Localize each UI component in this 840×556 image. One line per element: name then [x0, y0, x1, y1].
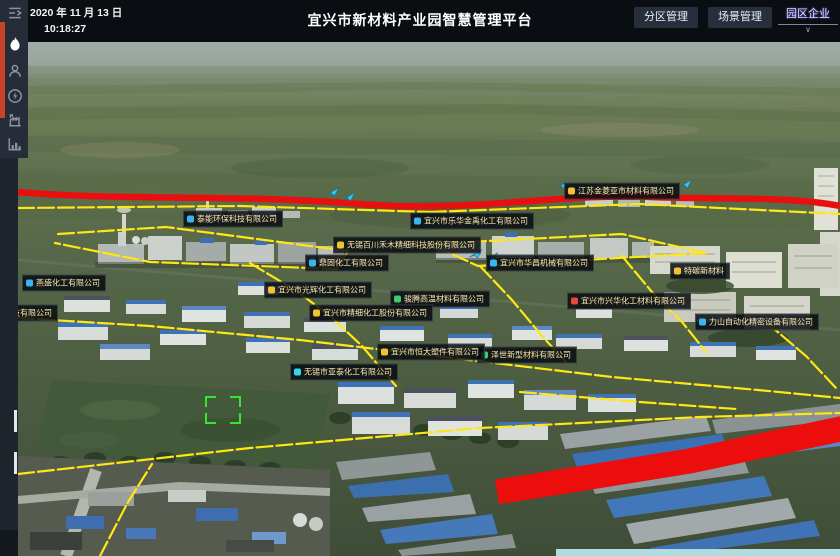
- sidebar-item-user[interactable]: [7, 63, 23, 79]
- sidebar-item-menu[interactable]: [7, 5, 23, 21]
- company-label[interactable]: 无锡市亚泰化工有限公司: [290, 364, 398, 381]
- user-icon: [7, 63, 23, 79]
- location-marker-icon[interactable]: [342, 190, 357, 208]
- sidebar-rail: [0, 158, 18, 556]
- company-icon: [394, 296, 401, 303]
- company-label[interactable]: 无锡百川禾木精细科技股份有限公司: [333, 237, 481, 254]
- current-time: 10:18:27: [44, 23, 86, 35]
- company-label-text: 骏腾高温材料有限公司: [404, 294, 484, 305]
- scene-manage-button[interactable]: 场景管理: [708, 7, 772, 28]
- sidebar-item-stats[interactable]: [7, 136, 23, 152]
- park-enterprises-label: 园区企业: [778, 5, 838, 21]
- page-title: 宜兴市新材料产业园智慧管理平台: [308, 10, 533, 30]
- company-icon: [490, 260, 497, 267]
- company-icon: [381, 349, 388, 356]
- company-label[interactable]: 力山自动化精密设备有限公司: [695, 314, 819, 331]
- company-label-text: 宜兴市乐华金禹化工有限公司: [424, 216, 528, 227]
- current-date: 2020 年 11 月 13 日: [30, 5, 122, 20]
- company-label-text: 宜兴市光辉化工有限公司: [278, 285, 366, 296]
- company-label[interactable]: 燕盛化工有限公司: [22, 275, 106, 292]
- sidebar-item-energy[interactable]: [7, 88, 23, 104]
- company-icon: [674, 268, 681, 275]
- company-label-text: 燕盛化工有限公司: [36, 278, 100, 289]
- energy-icon: [7, 88, 23, 104]
- company-label[interactable]: 特碳新材料: [670, 263, 730, 280]
- rail-tick: [14, 452, 17, 474]
- company-label[interactable]: 鼎固化工有限公司: [305, 255, 389, 272]
- company-label[interactable]: 宜兴市恒大塑件有限公司: [377, 344, 485, 361]
- company-label-text: 鼎固化工有限公司: [319, 258, 383, 269]
- flame-icon: [7, 36, 23, 52]
- zone-manage-button[interactable]: 分区管理: [634, 7, 698, 28]
- sidebar-item-fire[interactable]: [7, 36, 23, 52]
- company-label[interactable]: 宜兴市光辉化工有限公司: [264, 282, 372, 299]
- location-marker-icon[interactable]: [326, 185, 341, 203]
- company-label[interactable]: 宜兴市精细化工股份有限公司: [309, 305, 433, 322]
- company-label[interactable]: 宜兴市兴华化工材料有限公司: [567, 293, 691, 310]
- company-label-text: 无锡百川禾木精细科技股份有限公司: [347, 240, 475, 251]
- bottom-left-yard: [18, 456, 330, 556]
- company-icon: [294, 369, 301, 376]
- app-window: 泰能环保科技有限公司 宜兴市乐华金禹化工有限公司无锡百川禾木精细科技股份有限公司鼎…: [0, 0, 840, 556]
- location-marker-icon[interactable]: [679, 177, 694, 195]
- company-icon: [26, 280, 33, 287]
- company-icon: [568, 188, 575, 195]
- park-enterprises-dropdown[interactable]: 园区企业 ∨: [778, 5, 838, 34]
- company-icon: [313, 310, 320, 317]
- company-label-text: 泽世新型材料有限公司: [491, 350, 571, 361]
- company-icon: [571, 298, 578, 305]
- company-label-text: 无锡市亚泰化工有限公司: [304, 367, 392, 378]
- factory-icon: [7, 112, 23, 128]
- selection-bracket: [205, 396, 241, 424]
- company-label[interactable]: 江苏金菱亚市材料有限公司: [564, 183, 680, 200]
- map-3d-view[interactable]: 泰能环保科技有限公司 宜兴市乐华金禹化工有限公司无锡百川禾木精细科技股份有限公司鼎…: [0, 42, 840, 556]
- company-icon: [414, 218, 421, 225]
- company-icon: [337, 242, 344, 249]
- waterfront-strip: [556, 549, 840, 556]
- company-label-text: 江苏金菱亚市材料有限公司: [578, 186, 674, 197]
- rail-tick: [14, 410, 17, 432]
- sidebar-item-factory[interactable]: [7, 112, 23, 128]
- bar-chart-icon: [7, 136, 23, 152]
- chevron-down-icon: ∨: [778, 25, 838, 34]
- active-accent-bar: [0, 22, 5, 118]
- company-label-text: 力山自动化精密设备有限公司: [709, 317, 813, 328]
- company-label[interactable]: 泰能环保科技有限公司: [183, 211, 283, 228]
- company-label[interactable]: 宜兴市乐华金禹化工有限公司: [410, 213, 534, 230]
- company-label-text: 泰能环保科技有限公司: [197, 214, 277, 225]
- company-icon: [187, 216, 194, 223]
- company-icon: [268, 287, 275, 294]
- company-label[interactable]: 泽世新型材料有限公司: [477, 347, 577, 364]
- company-label-text: 宜兴市兴华化工材料有限公司: [581, 296, 685, 307]
- company-label[interactable]: 宜兴市华昌机械有限公司: [486, 255, 594, 272]
- company-icon: [309, 260, 316, 267]
- company-label-text: 宜兴市恒大塑件有限公司: [391, 347, 479, 358]
- menu-icon: [7, 5, 23, 21]
- company-label-text: 宜兴市华昌机械有限公司: [500, 258, 588, 269]
- company-label-text: 特碳新材料: [684, 266, 724, 277]
- top-bar: 2020 年 11 月 13 日 10:18:27 宜兴市新材料产业园智慧管理平…: [0, 0, 840, 42]
- company-icon: [699, 319, 706, 326]
- company-label-text: 宜兴市精细化工股份有限公司: [323, 308, 427, 319]
